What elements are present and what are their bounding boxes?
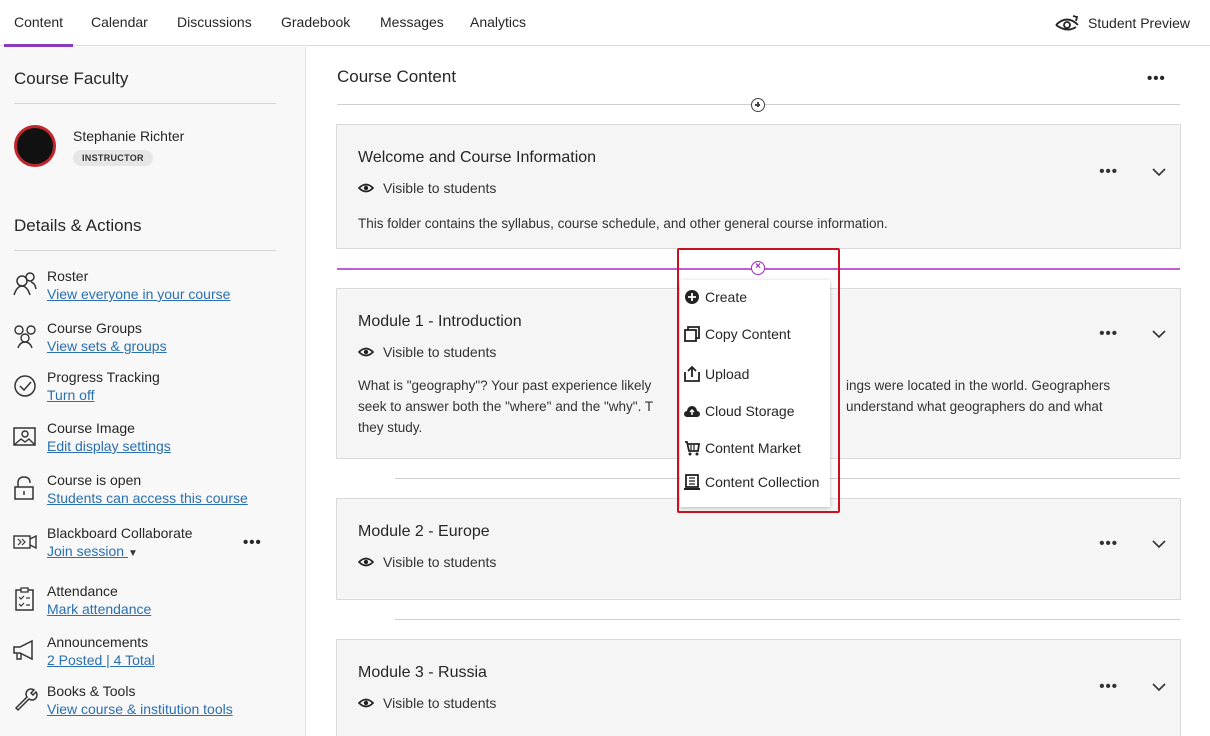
sidebar-item-course-open: Course is open Students can access this … [12, 472, 292, 516]
wrench-icon [14, 688, 38, 712]
student-preview-label: Student Preview [1088, 15, 1190, 31]
chevron-down-icon[interactable] [1152, 165, 1166, 179]
visibility-status[interactable]: Visible to students [358, 695, 496, 711]
sidebar-item-title: Course is open [47, 472, 142, 488]
card-description-line: understand what geographers do and what [846, 399, 1103, 414]
caret-down-icon: ▼ [127, 548, 138, 559]
image-icon [13, 427, 36, 446]
attendance-icon [15, 587, 34, 611]
sidebar-item-announcements: Announcements 2 Posted | 4 Total [12, 634, 292, 678]
groups-link[interactable]: View sets & groups [47, 338, 167, 354]
preview-eye-icon [1055, 15, 1079, 31]
tab-discussions[interactable]: Discussions [177, 0, 252, 46]
progress-link[interactable]: Turn off [47, 387, 94, 403]
sidebar-item-course-image: Course Image Edit display settings [12, 420, 292, 464]
tab-messages[interactable]: Messages [380, 0, 444, 46]
content-card-welcome[interactable]: Welcome and Course Information Visible t… [336, 124, 1181, 249]
eye-icon [358, 347, 374, 357]
roster-icon [13, 272, 37, 296]
tab-content[interactable]: Content [3, 0, 74, 47]
visibility-status[interactable]: Visible to students [358, 554, 496, 570]
progress-check-icon [14, 375, 36, 397]
tab-gradebook[interactable]: Gradebook [281, 0, 350, 46]
megaphone-icon [13, 639, 33, 661]
sidebar-item-title: Blackboard Collaborate [47, 525, 193, 541]
course-image-link[interactable]: Edit display settings [47, 438, 171, 454]
card-title[interactable]: Welcome and Course Information [358, 149, 596, 167]
page-title: Course Content [337, 67, 457, 86]
tab-calendar[interactable]: Calendar [91, 0, 148, 46]
sidebar-item-title: Roster [47, 268, 89, 284]
card-more-button[interactable]: ••• [1099, 535, 1118, 552]
course-faculty-heading: Course Faculty [14, 69, 129, 88]
visibility-label: Visible to students [383, 695, 497, 711]
join-session-label: Join session [47, 543, 125, 559]
sidebar-item-books-tools: Books & Tools View course & institution … [12, 683, 292, 727]
instructor-badge: INSTRUCTOR [73, 150, 153, 166]
card-title[interactable]: Module 1 - Introduction [358, 313, 522, 331]
attendance-link[interactable]: Mark attendance [47, 601, 151, 617]
chevron-down-icon[interactable] [1152, 537, 1166, 551]
add-content-plus-icon[interactable] [751, 98, 765, 112]
visibility-status[interactable]: Visible to students [358, 344, 496, 360]
visibility-status[interactable]: Visible to students [358, 180, 496, 196]
announcements-link[interactable]: 2 Posted | 4 Total [47, 652, 155, 668]
sidebar-item-roster: Roster View everyone in your course [12, 268, 292, 312]
instructor-name[interactable]: Stephanie Richter [73, 128, 184, 144]
student-preview-button[interactable]: Student Preview [1054, 0, 1190, 46]
visibility-label: Visible to students [383, 180, 497, 196]
chevron-down-icon[interactable] [1152, 680, 1166, 694]
course-sidebar: Course Faculty Stephanie Richter INSTRUC… [0, 47, 306, 736]
menu-highlight-outline [677, 248, 840, 513]
collaborate-icon [13, 534, 37, 550]
details-actions-heading: Details & Actions [14, 216, 142, 235]
sidebar-item-title: Progress Tracking [47, 369, 160, 385]
card-description-line: What is "geography"? Your past experienc… [358, 378, 652, 393]
card-title[interactable]: Module 3 - Russia [358, 664, 487, 682]
join-session-link[interactable]: Join session ▼ [47, 543, 138, 559]
sidebar-item-title: Course Image [47, 420, 135, 436]
course-content-more-button[interactable]: ••• [1147, 70, 1166, 87]
divider [395, 619, 1180, 620]
course-access-link[interactable]: Students can access this course [47, 490, 248, 506]
card-more-button[interactable]: ••• [1099, 163, 1118, 180]
divider [14, 250, 276, 251]
sidebar-item-attendance: Attendance Mark attendance [12, 583, 292, 627]
content-card-module-3[interactable]: Module 3 - Russia Visible to students ••… [336, 639, 1181, 736]
sidebar-item-progress-tracking: Progress Tracking Turn off [12, 369, 292, 413]
collaborate-more-button[interactable]: ••• [243, 534, 262, 551]
divider [14, 103, 276, 104]
card-title[interactable]: Module 2 - Europe [358, 523, 490, 541]
avatar[interactable] [14, 125, 56, 167]
sidebar-item-title: Books & Tools [47, 683, 136, 699]
sidebar-item-title: Course Groups [47, 320, 142, 336]
tab-analytics[interactable]: Analytics [470, 0, 526, 46]
content-card-module-2[interactable]: Module 2 - Europe Visible to students ••… [336, 498, 1181, 600]
card-description-line: seek to answer both the "where" and the … [358, 399, 654, 414]
card-more-button[interactable]: ••• [1099, 678, 1118, 695]
eye-icon [358, 698, 374, 708]
roster-link[interactable]: View everyone in your course [47, 286, 230, 302]
card-description: This folder contains the syllabus, cours… [358, 216, 888, 231]
groups-icon [14, 325, 36, 349]
sidebar-item-title: Announcements [47, 634, 149, 650]
chevron-down-icon[interactable] [1152, 327, 1166, 341]
eye-icon [358, 557, 374, 567]
unlock-icon [14, 476, 34, 500]
card-description-line: ings were located in the world. Geograph… [846, 378, 1111, 393]
sidebar-item-course-groups: Course Groups View sets & groups [12, 320, 292, 364]
visibility-label: Visible to students [383, 554, 497, 570]
books-tools-link[interactable]: View course & institution tools [47, 701, 233, 717]
card-more-button[interactable]: ••• [1099, 325, 1118, 342]
visibility-label: Visible to students [383, 344, 497, 360]
eye-icon [358, 183, 374, 193]
sidebar-item-title: Attendance [47, 583, 118, 599]
top-navigation: Content Calendar Discussions Gradebook M… [0, 0, 1210, 47]
